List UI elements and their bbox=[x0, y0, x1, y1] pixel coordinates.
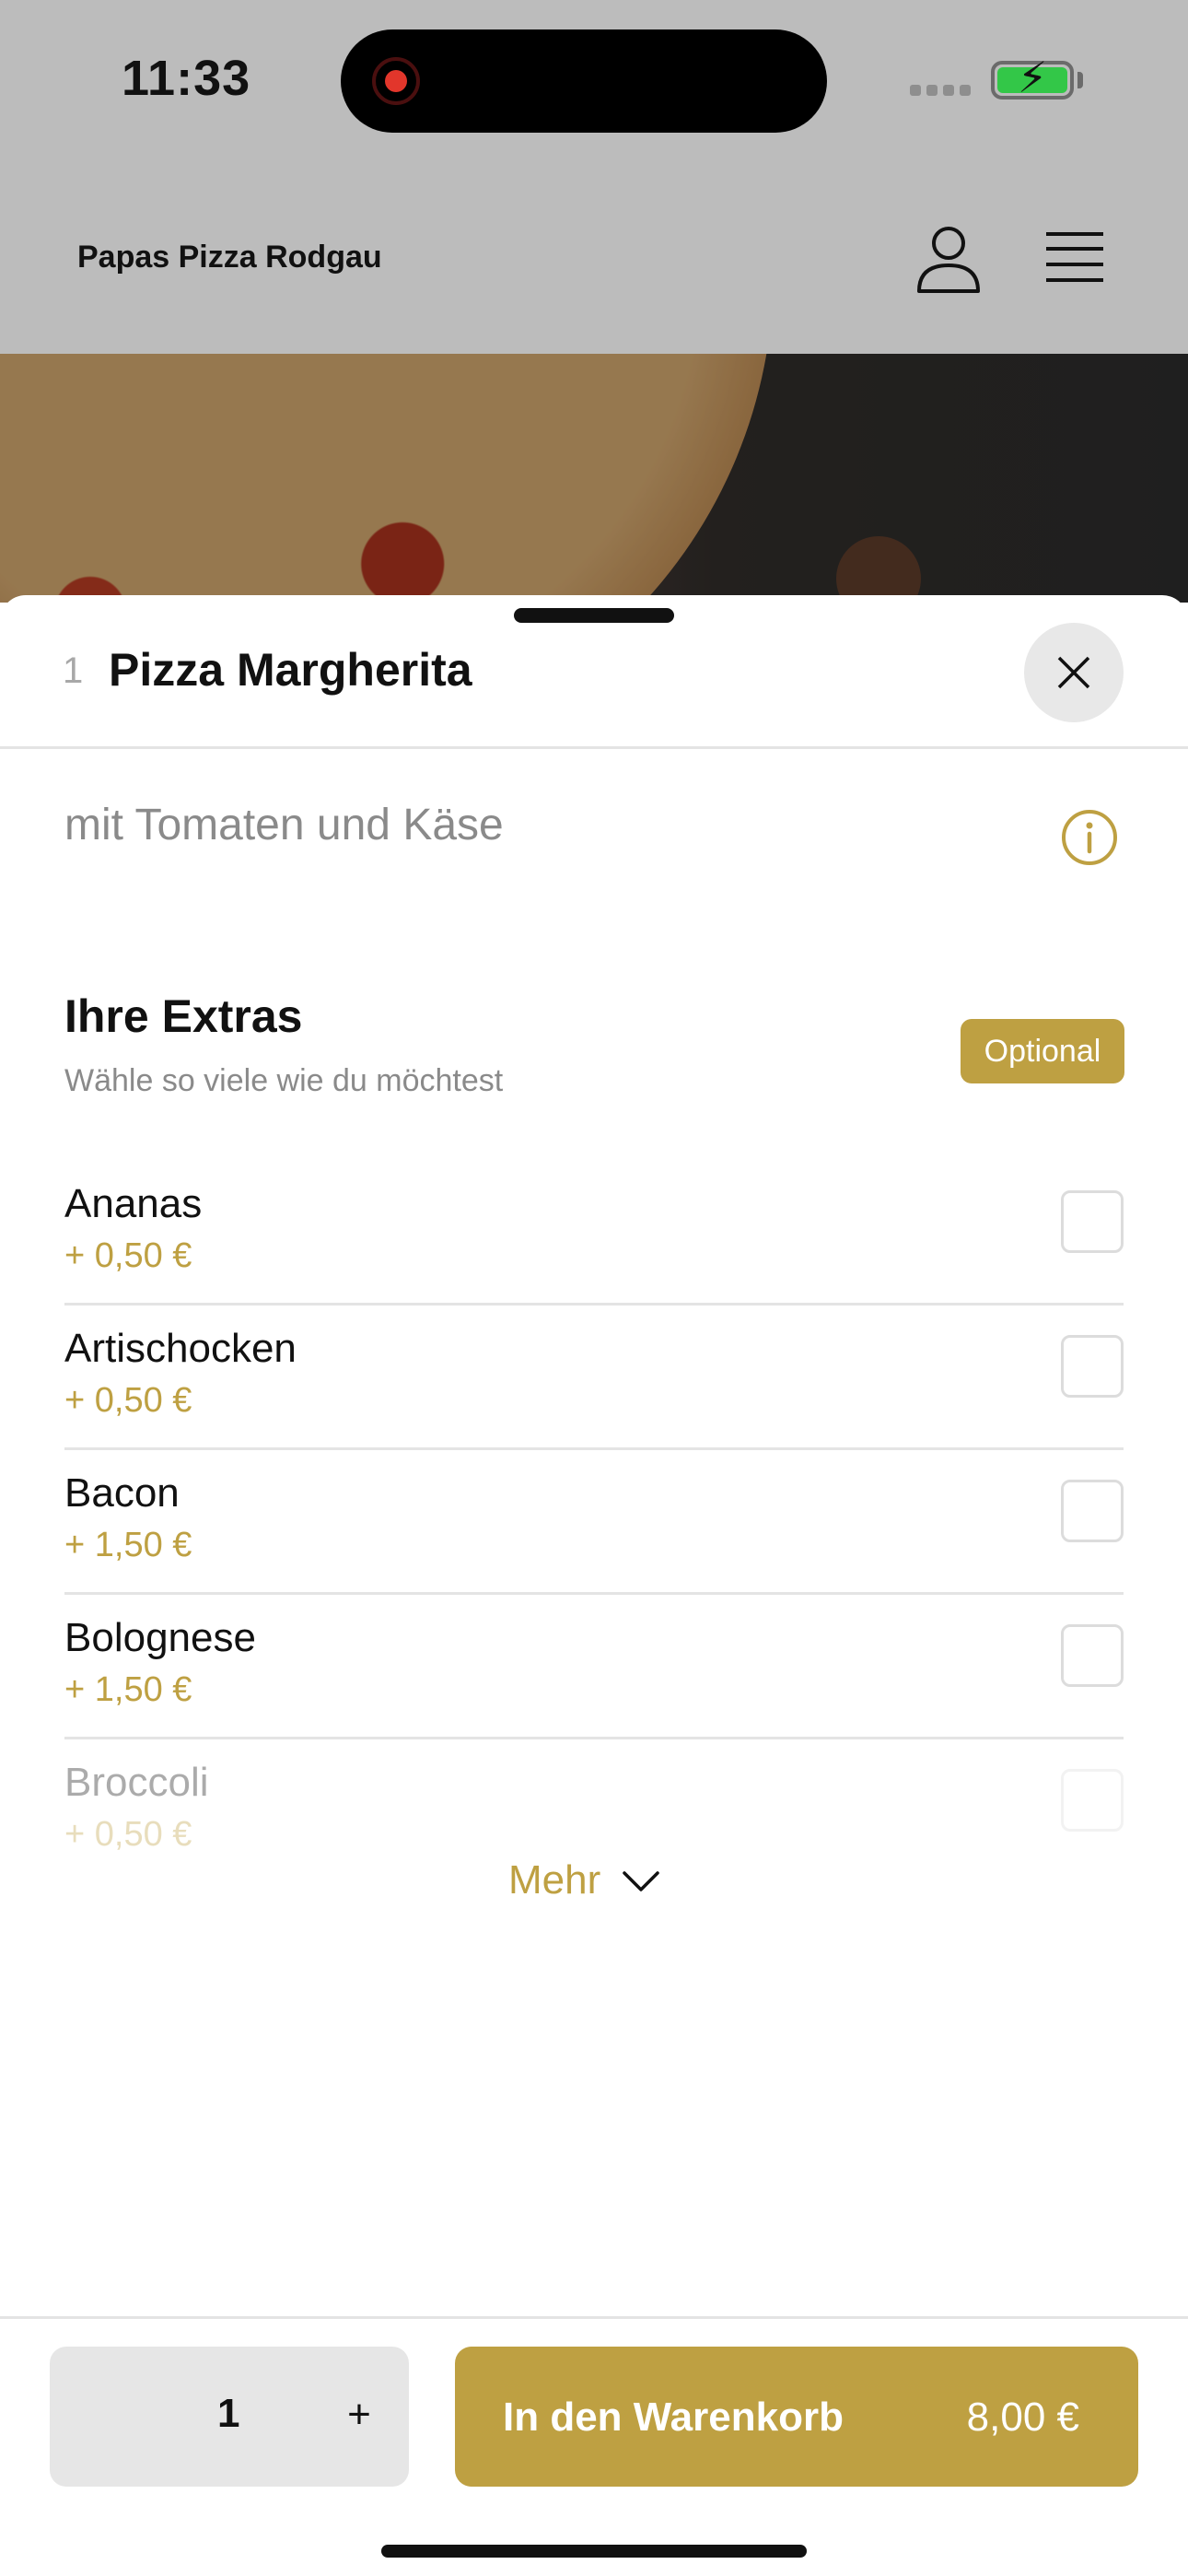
extra-price: + 1,50 € bbox=[64, 1526, 192, 1564]
product-sheet: 1 Pizza Margherita mit Tomaten und Käse … bbox=[0, 595, 1188, 2576]
extra-price: + 1,50 € bbox=[64, 1670, 192, 1709]
extra-row-bolognese[interactable]: Bolognese + 1,50 € bbox=[64, 1595, 1124, 1739]
quantity-value: 1 bbox=[217, 2391, 240, 2436]
extra-price: + 0,50 € bbox=[64, 1236, 192, 1275]
status-time: 11:33 bbox=[122, 51, 251, 106]
item-title: Pizza Margherita bbox=[109, 644, 472, 696]
extra-name: Ananas bbox=[64, 1181, 203, 1226]
extra-price: + 0,50 € bbox=[64, 1381, 192, 1420]
app-header: Papas Pizza Rodgau bbox=[0, 166, 1188, 354]
chevron-down-icon bbox=[623, 1871, 659, 1891]
sheet-grabber[interactable] bbox=[514, 608, 674, 623]
close-button[interactable] bbox=[1024, 623, 1124, 722]
total-price: 8,00 € bbox=[966, 2395, 1079, 2440]
extra-row-artischocken[interactable]: Artischocken + 0,50 € bbox=[64, 1306, 1124, 1450]
extras-subtitle: Wähle so viele wie du möchtest bbox=[64, 1063, 504, 1098]
recording-indicator-icon bbox=[372, 57, 420, 105]
show-more-label: Mehr bbox=[508, 1857, 601, 1903]
increase-quantity-button[interactable]: + bbox=[332, 2387, 387, 2442]
extra-checkbox[interactable] bbox=[1061, 1769, 1124, 1832]
extra-price: + 0,50 € bbox=[64, 1815, 192, 1854]
extra-name: Artischocken bbox=[64, 1326, 297, 1371]
divider bbox=[0, 746, 1188, 749]
restaurant-name[interactable]: Papas Pizza Rodgau bbox=[77, 240, 382, 275]
hamburger-menu-icon[interactable] bbox=[1044, 230, 1105, 284]
extra-row-bacon[interactable]: Bacon + 1,50 € bbox=[64, 1450, 1124, 1595]
order-footer: 1 + In den Warenkorb 8,00 € bbox=[0, 2316, 1188, 2576]
cellular-signal-icon bbox=[910, 85, 971, 96]
home-indicator[interactable] bbox=[381, 2545, 807, 2558]
close-icon bbox=[1057, 656, 1090, 689]
status-bar: 11:33 ⚡ bbox=[0, 0, 1188, 166]
quantity-stepper: 1 + bbox=[50, 2347, 409, 2487]
extras-title: Ihre Extras bbox=[64, 990, 303, 1042]
extra-checkbox[interactable] bbox=[1061, 1335, 1124, 1398]
extra-name: Bacon bbox=[64, 1470, 180, 1516]
item-number: 1 bbox=[63, 650, 84, 691]
user-icon[interactable] bbox=[915, 225, 982, 295]
show-more-button[interactable]: Mehr bbox=[508, 1857, 661, 1903]
charging-bolt-icon: ⚡ bbox=[1018, 53, 1048, 101]
hero-pizza-image bbox=[0, 354, 1188, 603]
extra-checkbox[interactable] bbox=[1061, 1480, 1124, 1542]
extra-checkbox[interactable] bbox=[1061, 1190, 1124, 1253]
add-to-cart-button[interactable]: In den Warenkorb 8,00 € bbox=[455, 2347, 1138, 2487]
info-icon[interactable] bbox=[1061, 809, 1118, 866]
optional-badge: Optional bbox=[961, 1019, 1124, 1083]
add-to-cart-label: In den Warenkorb bbox=[503, 2395, 844, 2440]
item-description: mit Tomaten und Käse bbox=[64, 801, 504, 849]
dynamic-island bbox=[341, 29, 827, 133]
extra-name: Broccoli bbox=[64, 1760, 209, 1805]
extra-row-ananas[interactable]: Ananas + 0,50 € bbox=[64, 1161, 1124, 1306]
battery-icon: ⚡ bbox=[991, 56, 1074, 100]
extra-checkbox[interactable] bbox=[1061, 1624, 1124, 1687]
extra-name: Bolognese bbox=[64, 1615, 256, 1660]
extras-list: Ananas + 0,50 € Artischocken + 0,50 € Ba… bbox=[64, 1161, 1124, 1884]
